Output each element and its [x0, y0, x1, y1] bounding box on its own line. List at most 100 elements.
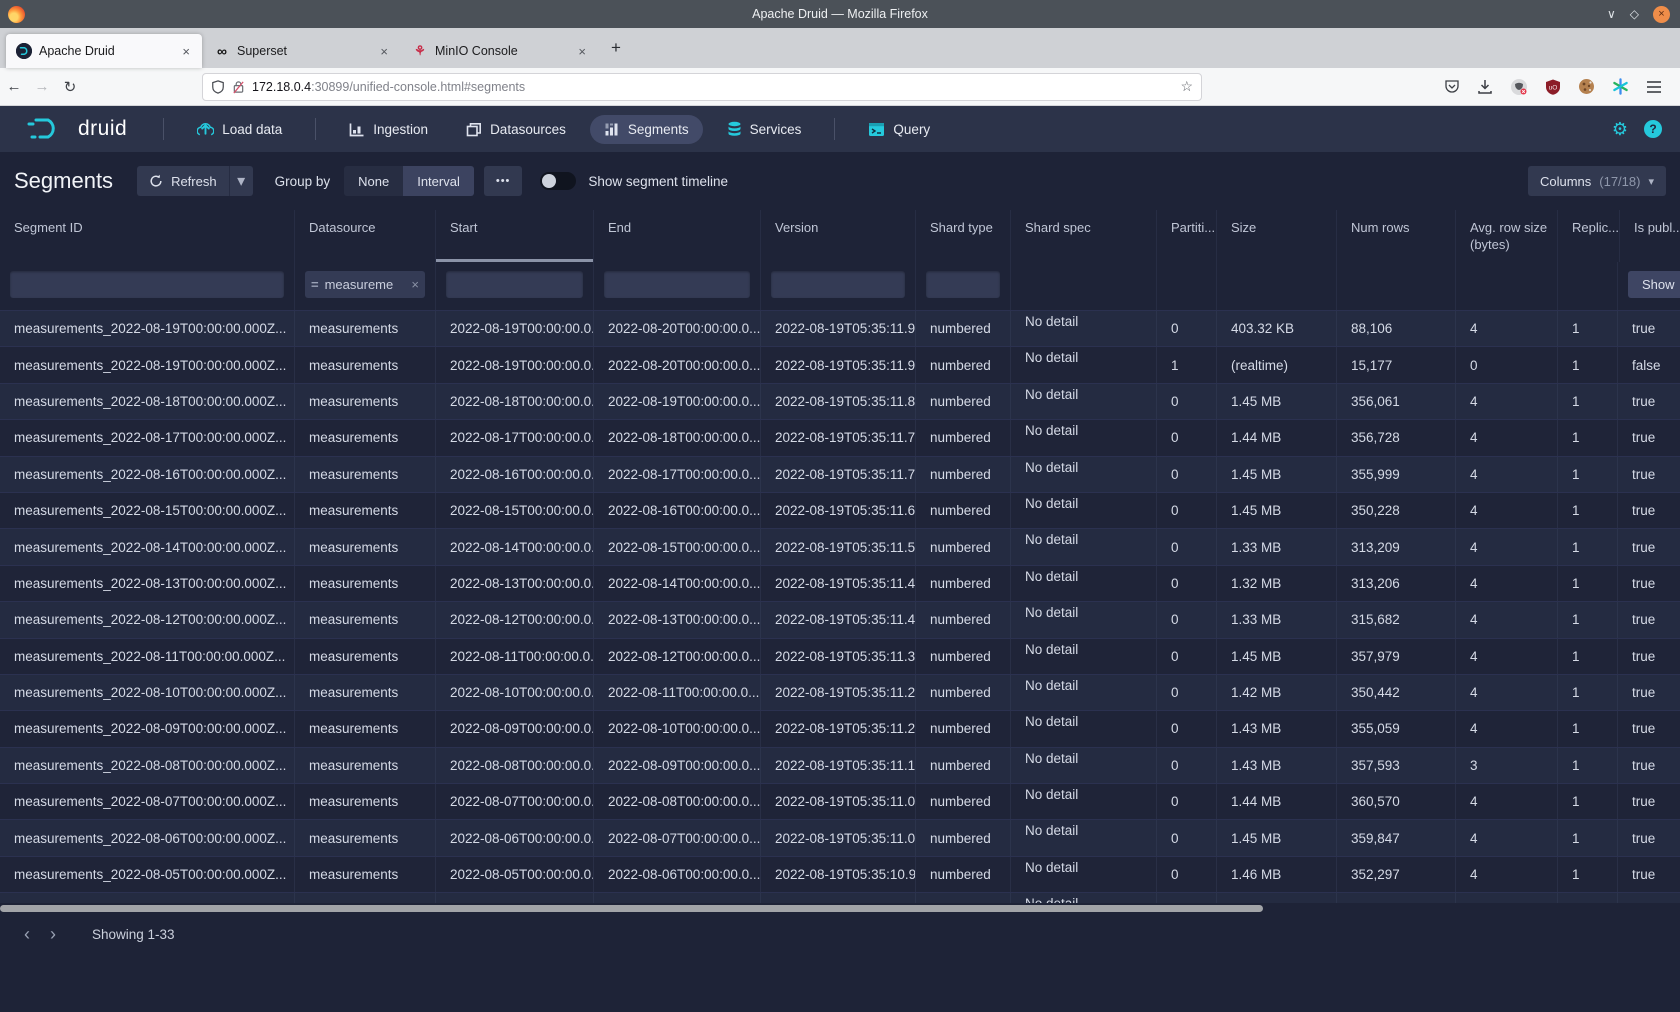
column-header-end[interactable]: End [594, 210, 761, 262]
table-row[interactable]: measurements_2022-08-18T00:00:00.000Z...… [0, 383, 1680, 419]
refresh-dropdown-button[interactable]: ▾ [229, 166, 253, 196]
table-row[interactable]: measurements_2022-08-09T00:00:00.000Z...… [0, 710, 1680, 746]
cell-start: 2022-08-15T00:00:00.0... [436, 493, 594, 528]
privacy-masks-icon[interactable] [1510, 78, 1528, 96]
maximize-icon[interactable]: ◇ [1630, 7, 1639, 21]
url-text[interactable]: 172.18.0.4:30899/unified-console.html#se… [252, 80, 1173, 94]
cell-shard_type [916, 893, 1011, 903]
download-icon[interactable] [1477, 79, 1493, 95]
query-console-icon [868, 122, 885, 137]
nav-item-load-data[interactable]: Load data [183, 114, 296, 144]
next-page-icon[interactable]: › [40, 925, 66, 943]
refresh-label: Refresh [171, 174, 217, 189]
column-header-num_rows[interactable]: Num rows [1337, 210, 1456, 262]
filter-input-end[interactable] [604, 271, 750, 298]
segment-timeline-toggle[interactable] [540, 172, 576, 190]
tab-superset[interactable]: ∞Superset× [204, 34, 400, 68]
insecure-lock-icon[interactable] [232, 80, 245, 94]
table-row[interactable]: measurements_2022-08-15T00:00:00.000Z...… [0, 492, 1680, 528]
menu-icon[interactable] [1646, 80, 1662, 94]
table-row[interactable]: measurements_2022-08-05T00:00:00.000Z...… [0, 856, 1680, 892]
column-header-size[interactable]: Size [1217, 210, 1337, 262]
filter-input-version[interactable] [771, 271, 905, 298]
ublock-icon[interactable]: uO [1545, 79, 1561, 95]
is-published-filter-button[interactable]: Show [1628, 271, 1680, 298]
cell-size: 1.33 MB [1217, 529, 1337, 564]
table-row[interactable]: measurements_2022-08-19T00:00:00.000Z...… [0, 310, 1680, 346]
table-row[interactable]: measurements_2022-08-12T00:00:00.000Z...… [0, 601, 1680, 637]
datasource-filter-chip[interactable]: =measureme× [305, 271, 425, 298]
column-header-id[interactable]: Segment ID [0, 210, 295, 262]
table-row[interactable]: measurements_2022-08-07T00:00:00.000Z...… [0, 783, 1680, 819]
tab-minio-console[interactable]: ⚘MinIO Console× [402, 34, 598, 68]
close-window-icon[interactable]: × [1653, 6, 1670, 23]
close-tab-icon[interactable]: × [180, 44, 192, 59]
group-by-none-button[interactable]: None [344, 166, 403, 196]
segments-grid-icon [604, 122, 620, 137]
column-header-partition[interactable]: Partiti... [1157, 210, 1217, 262]
cell-id: measurements_2022-08-08T00:00:00.000Z... [0, 748, 295, 783]
columns-button[interactable]: Columns (17/18) ▾ [1528, 166, 1666, 196]
druid-logo[interactable]: druid [0, 116, 149, 142]
bookmark-star-icon[interactable]: ☆ [1180, 78, 1193, 95]
column-header-avg_row_size[interactable]: Avg. row size (bytes) [1456, 210, 1558, 262]
help-icon[interactable]: ? [1644, 120, 1662, 138]
nav-item-datasources[interactable]: Datasources [452, 115, 580, 144]
column-header-shard_type[interactable]: Shard type [916, 210, 1011, 262]
tracking-shield-icon[interactable] [211, 80, 225, 94]
column-header-start[interactable]: Start [436, 210, 594, 262]
table-row[interactable]: measurements_2022-08-11T00:00:00.000Z...… [0, 638, 1680, 674]
table-row[interactable]: No detail [0, 892, 1680, 903]
nav-item-services[interactable]: Services [713, 114, 816, 144]
refresh-button[interactable]: Refresh [137, 166, 229, 196]
table-row[interactable]: measurements_2022-08-16T00:00:00.000Z...… [0, 456, 1680, 492]
nav-item-query[interactable]: Query [854, 115, 944, 144]
cell-replication: 1 [1558, 347, 1618, 382]
gear-icon[interactable]: ⚙ [1612, 119, 1628, 140]
forward-icon[interactable]: → [28, 78, 56, 95]
cell-is_published: true [1618, 493, 1680, 528]
minimize-icon[interactable]: ∨ [1607, 7, 1616, 21]
cell-num_rows: 360,570 [1337, 784, 1456, 819]
table-row[interactable]: measurements_2022-08-17T00:00:00.000Z...… [0, 419, 1680, 455]
column-header-is_published[interactable]: Is publ... [1620, 210, 1680, 262]
tab-apache-druid[interactable]: Apache Druid× [6, 34, 202, 68]
scrollbar-thumb[interactable] [0, 905, 1263, 912]
horizontal-scrollbar[interactable] [0, 903, 1680, 913]
more-options-button[interactable]: ••• [484, 166, 523, 196]
column-header-datasource[interactable]: Datasource [295, 210, 436, 262]
back-icon[interactable]: ← [0, 78, 28, 95]
close-tab-icon[interactable]: × [378, 44, 390, 59]
group-by-interval-button[interactable]: Interval [403, 166, 474, 196]
cookie-icon[interactable] [1578, 78, 1595, 95]
url-bar[interactable]: 172.18.0.4:30899/unified-console.html#se… [202, 73, 1202, 101]
remove-filter-icon[interactable]: × [411, 277, 419, 292]
column-header-version[interactable]: Version [761, 210, 916, 262]
cell-replication: 1 [1558, 493, 1618, 528]
pocket-icon[interactable] [1444, 79, 1460, 95]
table-row[interactable]: measurements_2022-08-19T00:00:00.000Z...… [0, 346, 1680, 382]
nav-item-segments[interactable]: Segments [590, 115, 703, 144]
filter-input-id[interactable] [10, 271, 284, 298]
filter-input-shard_type[interactable] [926, 271, 1000, 298]
table-row[interactable]: measurements_2022-08-08T00:00:00.000Z...… [0, 747, 1680, 783]
cell-replication: 1 [1558, 602, 1618, 637]
table-row[interactable]: measurements_2022-08-13T00:00:00.000Z...… [0, 565, 1680, 601]
cell-avg_row_size: 4 [1456, 384, 1558, 419]
prev-page-icon[interactable]: ‹ [14, 925, 40, 943]
new-tab-button[interactable]: + [599, 38, 633, 58]
table-row[interactable]: measurements_2022-08-10T00:00:00.000Z...… [0, 674, 1680, 710]
nav-item-ingestion[interactable]: Ingestion [335, 115, 442, 144]
column-header-shard_spec[interactable]: Shard spec [1011, 210, 1157, 262]
filter-input-start[interactable] [446, 271, 583, 298]
table-row[interactable]: measurements_2022-08-14T00:00:00.000Z...… [0, 528, 1680, 564]
cell-replication: 1 [1558, 784, 1618, 819]
reload-icon[interactable]: ↻ [56, 78, 84, 96]
close-tab-icon[interactable]: × [576, 44, 588, 59]
extension-asterisk-icon[interactable] [1612, 78, 1629, 95]
table-row[interactable]: measurements_2022-08-06T00:00:00.000Z...… [0, 819, 1680, 855]
cell-is_published: true [1618, 384, 1680, 419]
column-header-replication[interactable]: Replic... [1558, 210, 1620, 262]
cell-start: 2022-08-18T00:00:00.0... [436, 384, 594, 419]
cell-end: 2022-08-08T00:00:00.0... [594, 784, 761, 819]
